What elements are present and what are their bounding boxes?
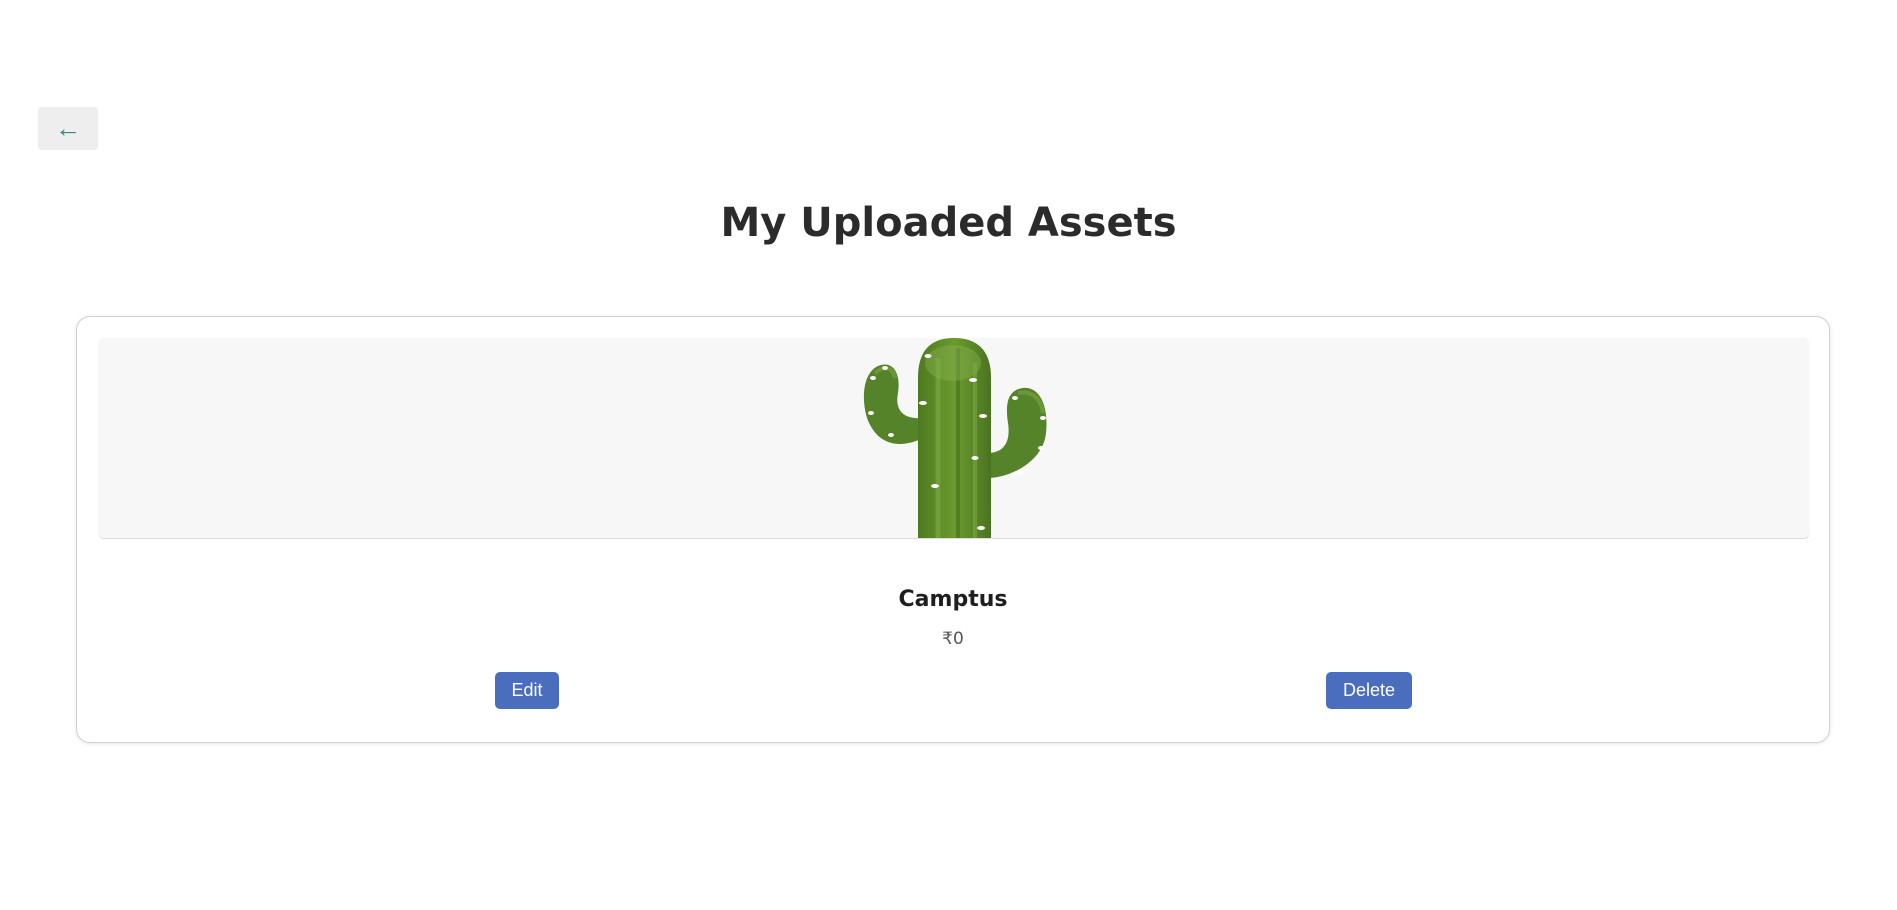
asset-name: Camptus	[898, 587, 1008, 612]
edit-button[interactable]: Edit	[495, 672, 559, 709]
asset-price: ₹0	[942, 629, 964, 649]
asset-card: Camptus ₹0 Edit Delete	[76, 316, 1830, 743]
back-button[interactable]: ←	[38, 107, 98, 150]
page-title: My Uploaded Assets	[720, 200, 1177, 246]
delete-button[interactable]: Delete	[1326, 672, 1412, 709]
cactus-icon	[863, 338, 1047, 538]
asset-image	[98, 338, 1810, 539]
